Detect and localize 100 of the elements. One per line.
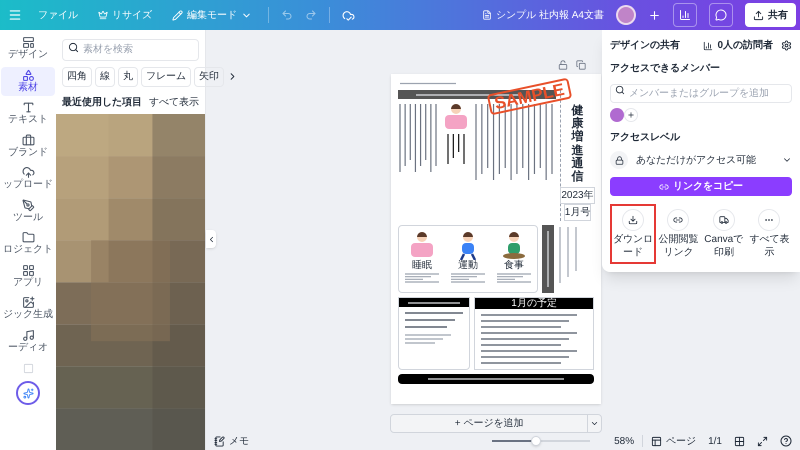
filter-chip[interactable]: フレーム	[141, 66, 191, 86]
link-icon	[673, 215, 684, 225]
rail-item[interactable]: 素材	[1, 66, 55, 96]
page-count: 1/1	[708, 434, 722, 448]
chevron-down-icon	[590, 419, 599, 428]
settings-icon[interactable]	[781, 40, 792, 51]
show-all-link[interactable]: すべて表示	[149, 94, 199, 110]
section-title: 最近使用した項目	[62, 96, 142, 110]
analytics-button[interactable]	[673, 3, 697, 27]
rail-item[interactable]: ーディオ	[1, 326, 55, 356]
folder-icon	[22, 231, 34, 244]
filter-chip[interactable]: 四角	[62, 66, 92, 86]
panel-title: デザインの共有	[610, 38, 680, 53]
pen-icon	[22, 198, 34, 212]
share-action[interactable]: Canvaで印刷	[701, 204, 746, 264]
rail-item[interactable]: デザイン	[1, 34, 55, 64]
share-action[interactable]: すべて表示	[746, 204, 792, 264]
plus-icon	[627, 111, 635, 119]
grid-icon	[22, 264, 34, 276]
crown-icon	[98, 10, 108, 20]
avatar[interactable]	[616, 5, 636, 25]
zoom-reading: 58%	[614, 434, 634, 448]
zoom-thumb[interactable]	[531, 436, 542, 446]
square-icon	[22, 363, 34, 374]
year-label: 2023年	[560, 187, 595, 204]
rail-item[interactable]: ジック生成	[1, 294, 55, 324]
habit-label: 食事	[504, 261, 524, 272]
person-illustration	[442, 102, 470, 132]
rail-item[interactable]: テキスト	[1, 99, 55, 128]
rail-item[interactable]: ップロード	[1, 164, 55, 194]
text-lines-drawing	[398, 81, 458, 86]
person-illustration	[500, 230, 528, 260]
download-icon	[628, 215, 638, 225]
document-title[interactable]: シンプル 社内報 A4文書	[482, 8, 604, 22]
visitor-count: 0人の訪問者	[717, 38, 773, 53]
plus-icon[interactable]	[648, 8, 661, 22]
access-value: あなただけがアクセス可能	[636, 154, 757, 168]
text-lines-drawing	[403, 333, 453, 346]
text-icon	[22, 101, 34, 114]
rail-item[interactable]: ブランド	[1, 132, 55, 161]
section-label: アクセスできるメンバー	[610, 62, 721, 76]
text-lines-drawing	[495, 272, 533, 284]
habit-label: 睡眠	[412, 261, 432, 272]
search-icon	[68, 42, 79, 52]
filter-chip[interactable]: 矢印	[194, 66, 224, 86]
shapes-icon	[22, 68, 34, 82]
text-lines-drawing	[403, 272, 441, 284]
filter-chip[interactable]: 丸	[118, 66, 138, 86]
add-page-button[interactable]: + ページを追加	[391, 415, 587, 432]
help-icon[interactable]	[780, 435, 792, 447]
member-search-field[interactable]: メンバーまたはグループを追加	[610, 84, 792, 103]
upload-icon	[753, 10, 764, 20]
briefcase-icon	[22, 134, 34, 146]
section-label: アクセスレベル	[610, 131, 682, 145]
pages-button[interactable]: ページ	[651, 434, 696, 448]
share-button[interactable]: 共有	[745, 3, 796, 27]
sparkles-icon	[22, 388, 34, 398]
link-icon	[659, 182, 669, 192]
text-lines-drawing	[406, 302, 462, 304]
expand-icon[interactable]	[757, 436, 768, 446]
rail-item[interactable]: ロジェクト	[1, 229, 55, 258]
document-icon	[482, 10, 492, 20]
comment-button[interactable]	[709, 3, 733, 27]
duplicate-icon[interactable]	[576, 60, 586, 70]
share-action[interactable]: 公開閲覧リンク	[656, 204, 701, 264]
access-dropdown[interactable]: あなただけがアクセス可能	[610, 149, 792, 171]
pencil-icon	[172, 10, 183, 20]
magic-button[interactable]	[16, 381, 40, 405]
layout-icon	[22, 36, 34, 49]
image-plus-icon	[22, 296, 34, 309]
pages-icon	[651, 436, 662, 446]
bar-chart-icon	[679, 9, 691, 21]
filter-chip[interactable]: 線	[95, 66, 115, 86]
notes-button[interactable]: メモ	[214, 434, 249, 448]
grid-icon[interactable]	[734, 436, 745, 446]
cloud-check-icon[interactable]	[342, 8, 355, 22]
add-member-button[interactable]	[624, 108, 638, 122]
habit-label: 運動	[458, 261, 478, 272]
rail-item[interactable]: アプリ	[1, 262, 55, 291]
text-lines-drawing	[398, 102, 438, 174]
schedule-header: 1月の予定	[475, 298, 593, 310]
share-action[interactable]: ダウンロード	[610, 204, 656, 264]
search-field[interactable]: 素材を検索	[62, 38, 199, 60]
rail-item[interactable]: ツール	[1, 196, 55, 226]
member-avatar	[610, 108, 624, 122]
cloud-upload-icon	[22, 166, 34, 179]
lock-icon	[614, 156, 624, 164]
search-icon	[615, 84, 625, 94]
truck-icon	[718, 215, 729, 225]
comment-icon	[715, 9, 727, 21]
newsletter-title: 健康増進通信	[572, 104, 584, 184]
notes-icon	[214, 436, 225, 446]
text-lines-drawing	[446, 132, 466, 166]
text-lines-drawing	[449, 272, 487, 284]
text-lines-drawing	[403, 311, 465, 330]
collapse-handle[interactable]	[206, 230, 216, 248]
bar-chart-icon	[703, 40, 714, 50]
copy-link-button[interactable]: リンクをコピー	[610, 177, 792, 196]
text-lines-drawing	[558, 225, 578, 286]
unlock-icon[interactable]	[558, 60, 568, 70]
